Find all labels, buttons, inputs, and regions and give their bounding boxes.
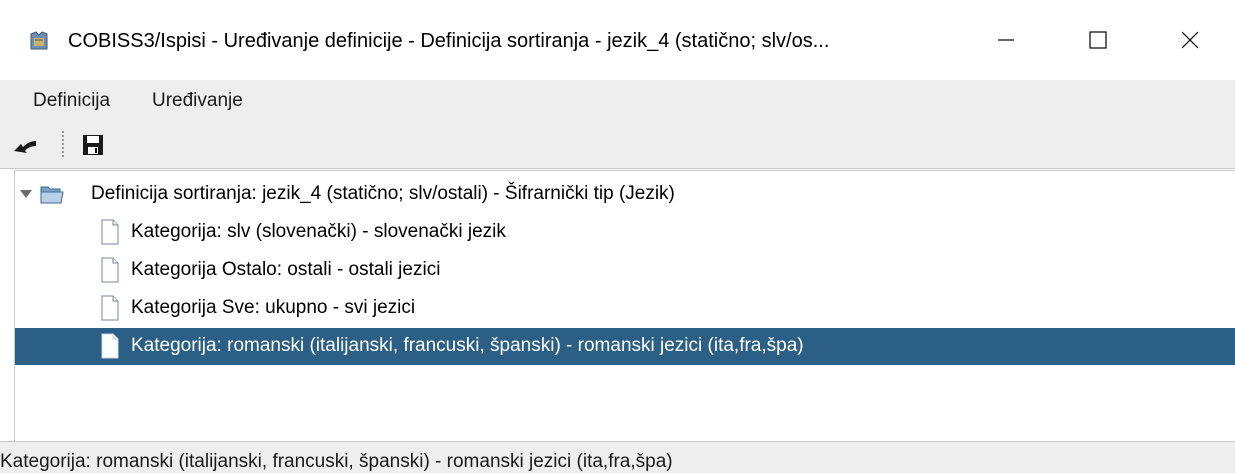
minimize-button[interactable]: [960, 0, 1052, 80]
window-title: COBISS3/Ispisi - Uređivanje definicije -…: [68, 30, 830, 52]
tree-view[interactable]: Definicija sortiranja: jezik_4 (statično…: [14, 170, 1235, 441]
file-icon: [101, 219, 119, 245]
back-button[interactable]: [12, 132, 38, 158]
tree-root-row[interactable]: Definicija sortiranja: jezik_4 (statično…: [15, 176, 1235, 213]
menu-uredivanje[interactable]: Uređivanje: [152, 89, 243, 113]
tree-item-selected[interactable]: Kategorija: romanski (italijanski, franc…: [15, 328, 1235, 365]
tree-root-label: Definicija sortiranja: jezik_4 (statično…: [91, 183, 675, 204]
minimize-icon: [998, 39, 1014, 41]
cobiss-app-icon: [30, 31, 48, 50]
menu-bar: Definicija Uređivanje: [0, 80, 1235, 120]
save-icon: [83, 135, 103, 155]
close-button[interactable]: [1144, 0, 1235, 80]
close-icon: [1181, 31, 1199, 49]
file-icon: [101, 257, 119, 283]
save-button[interactable]: [80, 132, 106, 158]
status-text: Kategorija: romanski (italijanski, franc…: [0, 451, 673, 472]
tree-item-label: Kategorija Ostalo: ostali - ostali jezic…: [131, 259, 441, 280]
tree-item-label: Kategorija Sve: ukupno - svi jezici: [131, 297, 416, 318]
tree-item[interactable]: Kategorija Sve: ukupno - svi jezici: [15, 290, 1235, 327]
maximize-icon: [1089, 31, 1107, 49]
toolbar: [0, 120, 1235, 169]
maximize-button[interactable]: [1052, 0, 1144, 80]
status-bar: Kategorija: romanski (italijanski, franc…: [0, 441, 1235, 473]
open-folder-icon: [40, 186, 64, 204]
menu-definicija[interactable]: Definicija: [33, 89, 110, 113]
tree-item-label: Kategorija: romanski (italijanski, franc…: [131, 335, 804, 356]
toolbar-separator: [62, 131, 64, 159]
back-icon: [14, 141, 36, 153]
file-icon: [101, 333, 119, 359]
title-bar[interactable]: COBISS3/Ispisi - Uređivanje definicije -…: [0, 0, 1235, 81]
tree-item-label: Kategorija: slv (slovenački) - slovenačk…: [131, 221, 506, 242]
file-icon: [101, 295, 119, 321]
tree-item[interactable]: Kategorija: slv (slovenački) - slovenačk…: [15, 214, 1235, 251]
tree-item[interactable]: Kategorija Ostalo: ostali - ostali jezic…: [15, 252, 1235, 289]
expand-toggle-icon[interactable]: [19, 187, 33, 201]
